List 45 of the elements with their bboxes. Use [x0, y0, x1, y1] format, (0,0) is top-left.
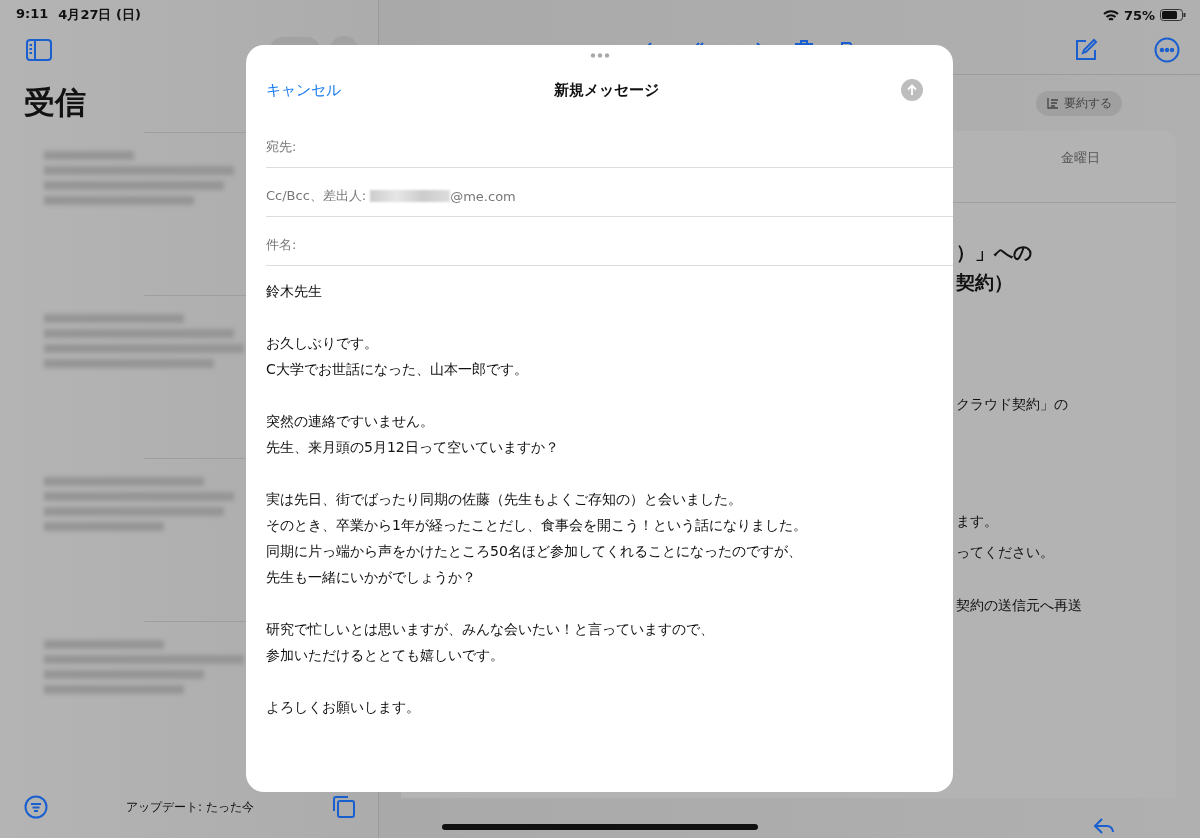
body-text-line: 先生も一緒にいかがでしょうか？ — [266, 568, 477, 587]
header-field[interactable]: 件名: — [266, 217, 953, 266]
update-status: アップデート: たった今 — [125, 798, 255, 816]
compose-icon[interactable] — [1074, 38, 1098, 62]
message-text: ます。 — [956, 512, 999, 531]
body-text-line: 実は先日、街でばったり同期の佐藤（先生もよくご存知の）と会いました。 — [266, 490, 743, 509]
field-value: @me.com — [450, 188, 516, 204]
message-subject: ）」への — [956, 240, 1033, 265]
body-text-line: 鈴木先生 — [266, 282, 323, 301]
body-text-line: 同期に片っ端から声をかけたところ50名ほど参加してくれることになったのですが、 — [266, 542, 803, 561]
arrow-up-icon — [906, 84, 918, 96]
more-icon[interactable] — [1154, 37, 1180, 63]
battery-percentage: 75% — [1123, 7, 1155, 23]
body-text-line: 先生、来月頭の5月12日って空いていますか？ — [266, 438, 560, 457]
body-text-line: よろしくお願いします。 — [266, 698, 421, 717]
body-text-line: C大学でお世話になった、山本一郎です。 — [266, 360, 529, 379]
battery-icon — [1160, 9, 1186, 21]
body-text-line: 突然の連絡ですいません。 — [266, 412, 435, 431]
field-label: Cc/Bcc、差出人: — [266, 187, 367, 205]
body-text-line: 研究で忙しいとは思いますが、みんな会いたい！と言っていますので、 — [266, 620, 715, 639]
body-text-line: お久しぶりです。 — [266, 334, 379, 353]
cancel-button[interactable]: キャンセル — [266, 80, 341, 100]
grabber-icon[interactable] — [589, 53, 610, 58]
status-time: 9:11 — [16, 6, 49, 23]
summarize-button[interactable]: 要約する — [1036, 90, 1122, 116]
message-date: 金曜日 — [1061, 149, 1100, 167]
mailbox-title: 受信 — [24, 83, 86, 122]
field-label: 宛先: — [266, 138, 297, 156]
header-field[interactable]: 宛先: — [266, 119, 953, 168]
filter-icon[interactable] — [24, 795, 48, 819]
summary-list-icon — [1046, 96, 1060, 110]
message-text: ってください。 — [956, 543, 1055, 562]
body-text-line: そのとき、卒業から1年が経ったことだし、食事会を開こう！という話になりました。 — [266, 516, 808, 535]
body-text-line: 参加いただけるととても嬉しいです。 — [266, 646, 505, 665]
send-button[interactable] — [901, 79, 923, 101]
status-date: 4月27日 (日) — [58, 6, 141, 24]
header-field[interactable]: Cc/Bcc、差出人: @me.com — [266, 168, 953, 217]
stacked-squares-icon[interactable] — [332, 795, 356, 819]
message-text: 契約の送信元へ再送 — [956, 596, 1083, 615]
message-text: クラウド契約」の — [956, 395, 1069, 414]
sidebar-icon[interactable] — [26, 39, 52, 61]
compose-title: 新規メッセージ — [552, 80, 660, 100]
field-label: 件名: — [266, 236, 297, 254]
message-subject: 契約） — [956, 270, 1014, 295]
wifi-icon — [1102, 8, 1119, 22]
